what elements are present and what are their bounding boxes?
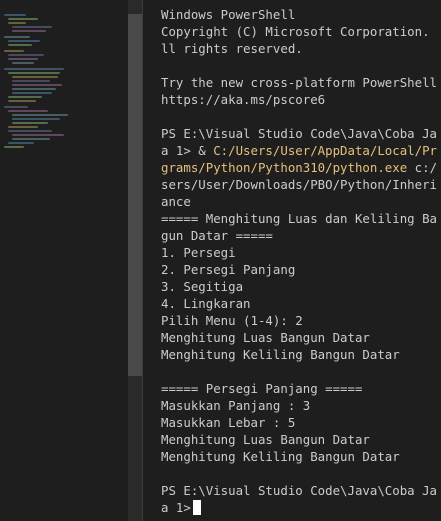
minimap-line [8, 58, 38, 60]
command-path: grams/Python/Python310/python.exe [161, 160, 408, 175]
minimap-line [8, 40, 40, 42]
minimap-line [8, 22, 26, 24]
minimap-line [8, 100, 36, 102]
terminal-output-line: 4. Lingkaran [161, 296, 251, 311]
minimap-line [12, 80, 50, 82]
terminal-output-line: gun Datar ===== [161, 228, 273, 243]
minimap-line [4, 68, 64, 70]
minimap-line [12, 62, 34, 64]
terminal-output-line: 2. Persegi Panjang [161, 262, 296, 277]
minimap-line [8, 54, 44, 56]
minimap-line [12, 92, 52, 94]
minimap-line [4, 36, 30, 38]
terminal-prompt-line[interactable]: a 1> [161, 499, 437, 516]
command-path: C:/Users/User/AppData/Local/Pro [213, 143, 437, 158]
terminal-output-line: Masukkan Lebar : 5 [161, 415, 296, 430]
terminal-panel[interactable]: Windows PowerShell Copyright (C) Microso… [148, 0, 441, 521]
terminal-cursor [192, 500, 201, 515]
terminal-output-line: ===== Persegi Panjang ===== [161, 381, 363, 396]
terminal-output-line: Pilih Menu (1-4): 2 [161, 313, 303, 328]
minimap-line [4, 14, 26, 16]
terminal-command-line: PS E:\Visual Studio Code\Java\Coba Jav [161, 126, 437, 141]
terminal-output-line: Masukkan Panjang : 3 [161, 398, 311, 413]
minimap-line [8, 110, 48, 112]
command-prefix: a 1> & [161, 143, 214, 158]
minimap-line [8, 130, 52, 132]
terminal-command-line: ance [161, 194, 191, 209]
terminal-output-line: 1. Persegi [161, 245, 236, 260]
terminal-command-line: a 1> & C:/Users/User/AppData/Local/Pro [161, 142, 437, 159]
terminal-try-line: Try the new cross-platform PowerShell [161, 75, 437, 90]
minimap-line [12, 122, 48, 124]
terminal-command-line: grams/Python/Python310/python.exe c:/U [161, 159, 437, 176]
minimap-line [12, 26, 52, 28]
minimap-line [8, 72, 60, 74]
minimap-line [12, 138, 50, 140]
minimap-line [12, 118, 60, 120]
minimap-line [12, 114, 68, 116]
terminal-output-line: Menghitung Luas Bangun Datar [161, 432, 370, 447]
minimap-line [8, 18, 38, 20]
terminal-command-line: sers/User/Downloads/PBO/Python/Inherit [161, 177, 437, 192]
minimap-line [4, 106, 28, 108]
command-argument: c:/U [414, 160, 437, 175]
terminal-output-line: 3. Segitiga [161, 279, 244, 294]
minimap-line [8, 126, 38, 128]
terminal-copyright-line: Copyright (C) Microsoft Corporation. A [161, 24, 437, 39]
minimap-line [4, 50, 24, 52]
minimap-line [4, 146, 24, 148]
minimap-line [12, 84, 62, 86]
terminal-link-line: https://aka.ms/pscore6 [161, 92, 326, 107]
terminal-copyright-line: ll rights reserved. [161, 41, 303, 56]
minimap-line [12, 88, 56, 90]
terminal-prompt-line: PS E:\Visual Studio Code\Java\Coba Jav [161, 483, 437, 498]
editor-scrollbar-thumb[interactable] [128, 14, 142, 376]
minimap-line [12, 30, 46, 32]
minimap-line [12, 76, 58, 78]
editor-pane [0, 0, 149, 521]
minimap-line [8, 142, 34, 144]
terminal-output-line: ===== Menghitung Luas dan Keliling Ban [161, 211, 437, 226]
minimap-line [12, 134, 64, 136]
terminal-output-line: Menghitung Luas Bangun Datar [161, 330, 370, 345]
minimap-line [8, 96, 42, 98]
terminal-output-line: Menghitung Keliling Bangun Datar [161, 449, 400, 464]
minimap-line [8, 44, 32, 46]
prompt-text: a 1> [161, 500, 191, 515]
minimap[interactable] [0, 0, 128, 521]
terminal-output-line: Menghitung Keliling Bangun Datar [161, 347, 400, 362]
terminal-header-line: Windows PowerShell [161, 7, 296, 22]
editor-scrollbar[interactable] [128, 0, 142, 521]
